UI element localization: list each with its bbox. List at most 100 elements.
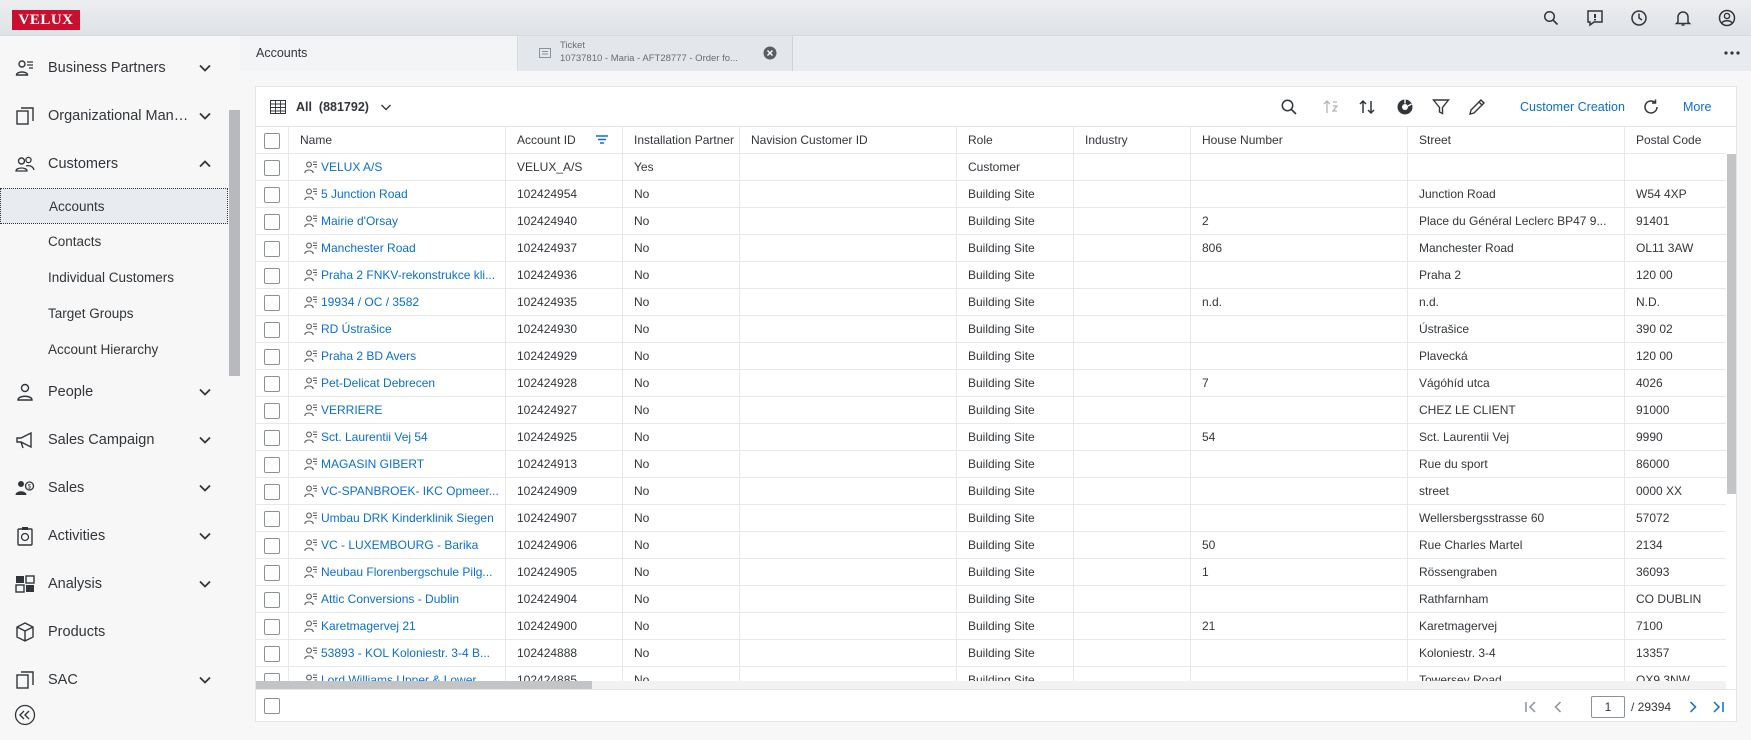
row-checkbox[interactable] [264,511,280,527]
sort-disabled-icon[interactable] [1322,98,1340,116]
nav-item-sac[interactable]: SAC [0,658,228,702]
scrollbar-thumb[interactable] [256,681,592,689]
filter-icon[interactable] [1432,98,1450,116]
column-header-account-id[interactable]: Account ID [506,127,623,154]
table-row[interactable]: VC - LUXEMBOURG - Barika 102424906 No Build… [256,532,1726,559]
row-checkbox[interactable] [264,295,280,311]
nav-item-business-partners[interactable]: Business Partners [0,46,228,90]
column-header-name[interactable]: Name [289,127,506,154]
cell-name[interactable]: Lord Williams Upper & Lower... [289,667,506,681]
column-header-navision-customer-id[interactable]: Navision Customer ID [740,127,957,154]
nav-item-customers[interactable]: Customers [0,142,228,186]
cell-name[interactable]: MAGASIN GIBERT [289,451,506,478]
next-page-icon[interactable] [1686,700,1700,714]
table-row[interactable]: VERRIERE 102424927 No Building Site CHEZ LE … [256,397,1726,424]
search-icon[interactable] [1280,98,1298,116]
row-checkbox[interactable] [264,187,280,203]
table-row[interactable]: Karetmagervej 21 102424900 No Building Site… [256,613,1726,640]
table-row[interactable]: VC-SPANBROEK- IKC Opmeer... 102424909 No Bu… [256,478,1726,505]
table-row[interactable]: VELUX A/S VELUX_A/S Yes Customer [256,154,1726,181]
table-row[interactable]: Pet-Delicat Debrecen 102424928 No Building … [256,370,1726,397]
nav-item-org-management[interactable]: Organizational Management [0,94,228,138]
table-row[interactable]: 19934 / OC / 3582 102424935 No Building Sit… [256,289,1726,316]
nav-item-sales-campaign[interactable]: Sales Campaign [0,418,228,462]
cell-name[interactable]: Neubau Florenbergschule Pilg... [289,559,506,586]
table-row[interactable]: Sct. Laurentii Vej 54 102424925 No Building… [256,424,1726,451]
bell-icon[interactable] [1673,8,1693,28]
velux-logo[interactable]: VELUX [12,10,80,30]
sidebar-item-individual-customers[interactable]: Individual Customers [0,260,228,296]
sidebar-scrollbar[interactable] [229,110,240,376]
table-row[interactable]: Manchester Road 102424937 No Building Site 8… [256,235,1726,262]
nav-item-products[interactable]: Products [0,610,228,654]
table-vertical-scrollbar[interactable] [1727,154,1736,494]
table-row[interactable]: MAGASIN GIBERT 102424913 No Building Site Ru… [256,451,1726,478]
previous-page-icon[interactable] [1551,700,1565,714]
row-checkbox[interactable] [264,538,280,554]
cell-name[interactable]: Sct. Laurentii Vej 54 [289,424,506,451]
cell-name[interactable]: Praha 2 BD Avers [289,343,506,370]
overflow-icon[interactable] [1723,46,1741,60]
sidebar-item-account-hierarchy[interactable]: Account Hierarchy [0,332,228,368]
nav-item-analysis[interactable]: Analysis [0,562,228,606]
nav-item-people[interactable]: People [0,370,228,414]
row-checkbox[interactable] [264,673,280,681]
table-row[interactable]: Praha 2 BD Avers 102424929 No Building Site… [256,343,1726,370]
row-checkbox[interactable] [264,430,280,446]
user-icon[interactable] [1717,8,1737,28]
customer-creation-button[interactable]: Customer Creation [1520,100,1625,114]
more-button[interactable]: More [1683,100,1711,114]
cell-name[interactable]: VERRIERE [289,397,506,424]
row-checkbox[interactable] [264,160,280,176]
table-row[interactable]: Mairie d'Orsay 102424940 No Building Site 2 P… [256,208,1726,235]
row-checkbox[interactable] [264,349,280,365]
cell-name[interactable]: VC - LUXEMBOURG - Barika [289,532,506,559]
row-checkbox[interactable] [264,592,280,608]
row-checkbox[interactable] [264,376,280,392]
row-checkbox[interactable] [264,322,280,338]
cell-name[interactable]: Praha 2 FNKV-rekonstrukce kli... [289,262,506,289]
cell-name[interactable]: 5 Junction Road [289,181,506,208]
table-row[interactable]: 53893 - KOL Koloniestr. 3-4 B... 10242488… [256,640,1726,667]
table-row[interactable]: Lord Williams Upper & Lower... 102424885 N… [256,667,1726,681]
tab-accounts[interactable]: Accounts [240,36,518,71]
column-header-role[interactable]: Role [957,127,1074,154]
sidebar-item-contacts[interactable]: Contacts [0,224,228,260]
last-page-icon[interactable] [1711,700,1725,714]
first-page-icon[interactable] [1524,700,1538,714]
chevron-down-icon[interactable] [380,101,392,113]
row-checkbox[interactable] [264,646,280,662]
tab-ticket[interactable]: Ticket 10737810 - Maria - AFT28777 - Ord… [519,36,793,71]
row-checkbox[interactable] [264,457,280,473]
column-filter-icon[interactable] [596,135,608,146]
sort-icon[interactable] [1358,98,1376,116]
cell-name[interactable]: Mairie d'Orsay [289,208,506,235]
row-checkbox[interactable] [264,214,280,230]
column-header-installation-partner[interactable]: Installation Partner [623,127,740,154]
sidebar-item-target-groups[interactable]: Target Groups [0,296,228,332]
nav-item-activities[interactable]: Activities [0,514,228,558]
cell-name[interactable]: VELUX A/S [289,154,506,181]
table-row[interactable]: 5 Junction Road 102424954 No Building Site J… [256,181,1726,208]
cell-name[interactable]: 53893 - KOL Koloniestr. 3-4 B... [289,640,506,667]
column-header-street[interactable]: Street [1408,127,1625,154]
cell-name[interactable]: Umbau DRK Kinderklinik Siegen [289,505,506,532]
search-icon[interactable] [1541,8,1561,28]
row-checkbox[interactable] [264,403,280,419]
clock-icon[interactable] [1629,8,1649,28]
page-number-input[interactable] [1591,696,1625,718]
group-icon[interactable] [1396,98,1414,116]
table-row[interactable]: RD Ústrašice 102424930 No Building Site Ústr… [256,316,1726,343]
cell-name[interactable]: 19934 / OC / 3582 [289,289,506,316]
cell-name[interactable]: Attic Conversions - Dublin [289,586,506,613]
collapse-sidebar-icon[interactable] [14,704,36,726]
table-row[interactable]: Neubau Florenbergschule Pilg... 102424905… [256,559,1726,586]
row-checkbox[interactable] [264,484,280,500]
row-checkbox[interactable] [264,268,280,284]
select-all-checkbox[interactable] [264,133,280,149]
row-checkbox[interactable] [264,619,280,635]
cell-name[interactable]: VC-SPANBROEK- IKC Opmeer... [289,478,506,505]
column-header-industry[interactable]: Industry [1074,127,1191,154]
nav-item-sales[interactable]: $ Sales [0,466,228,510]
footer-select-checkbox[interactable] [264,698,280,714]
